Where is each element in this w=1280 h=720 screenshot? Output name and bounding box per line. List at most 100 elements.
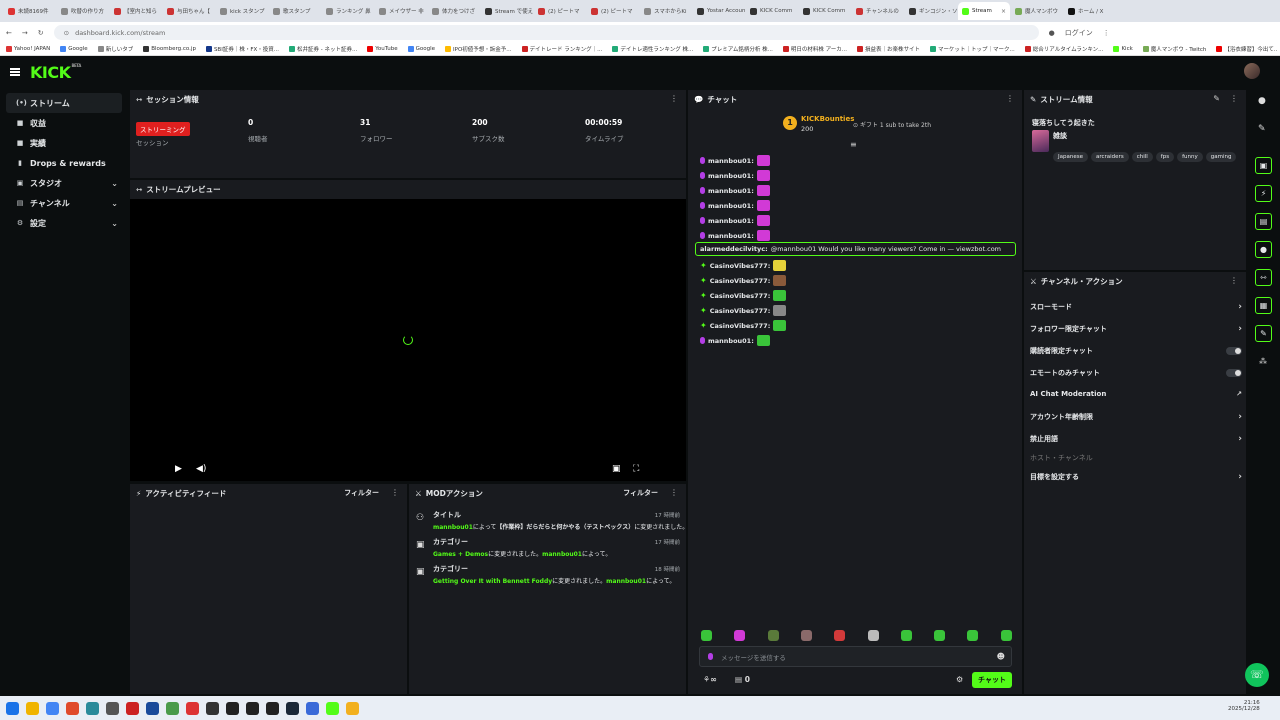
- mod-filter-button[interactable]: フィルター: [623, 488, 658, 498]
- chat-username[interactable]: CasinoVibes777:: [710, 307, 771, 315]
- taskbar-app-icon[interactable]: [146, 701, 159, 715]
- rail-doc-button[interactable]: ▤: [1255, 213, 1272, 230]
- sidebar-item[interactable]: (•) ストリーム: [6, 93, 122, 113]
- bookmark-item[interactable]: 明日の材料株 アーカ...: [782, 45, 847, 53]
- chat-username[interactable]: mannbou01:: [708, 187, 754, 195]
- browser-tab[interactable]: Stream ×: [958, 2, 1010, 20]
- emote-picker-icon[interactable]: [934, 630, 946, 641]
- taskbar-app-icon[interactable]: [106, 701, 119, 715]
- chat-message[interactable]: ✦ CasinoVibes777:: [700, 260, 787, 271]
- emote-picker-icon[interactable]: [767, 630, 779, 641]
- channel-action-item[interactable]: フォロワー限定チャット ›: [1030, 324, 1242, 334]
- browser-tab[interactable]: チャンネルの: [852, 2, 904, 20]
- chat-username[interactable]: CasinoVibes777:: [710, 322, 771, 330]
- chat-username[interactable]: CasinoVibes777:: [710, 277, 771, 285]
- chat-message[interactable]: mannbou01:: [700, 230, 770, 241]
- taskbar-app-icon[interactable]: [46, 701, 59, 715]
- chat-username[interactable]: mannbou01:: [708, 232, 754, 240]
- chat-username[interactable]: CasinoVibes777:: [710, 262, 771, 270]
- session-menu-icon[interactable]: ⋮: [670, 94, 678, 103]
- emote-picker-icon[interactable]: [867, 630, 879, 641]
- taskbar-app-icon[interactable]: [86, 701, 99, 715]
- address-bar[interactable]: ⊙ dashboard.kick.com/stream: [53, 25, 1039, 40]
- taskbar-app-icon[interactable]: [206, 701, 219, 715]
- bounty-name[interactable]: KICKBounties: [801, 115, 854, 123]
- taskbar-app-icon[interactable]: [246, 701, 259, 715]
- stream-info-menu-icon[interactable]: ⋮: [1230, 94, 1238, 103]
- stream-tag[interactable]: arcraiders: [1090, 152, 1129, 162]
- taskbar-app-icon[interactable]: [286, 701, 299, 715]
- bookmark-item[interactable]: プレミアム銘柄分析 株...: [703, 45, 773, 53]
- rail-bolt-button[interactable]: ⚡: [1255, 185, 1272, 202]
- chat-username[interactable]: mannbou01:: [708, 217, 754, 225]
- toggle-switch[interactable]: [1226, 347, 1242, 355]
- browser-tab[interactable]: kick スタンプ: [216, 2, 268, 20]
- chat-username[interactable]: CasinoVibes777:: [710, 292, 771, 300]
- bookmark-item[interactable]: 魔人マンボウ - Twitch: [1142, 45, 1206, 53]
- browser-tab[interactable]: 与田ちゃん【: [163, 2, 215, 20]
- chat-username[interactable]: mannbou01:: [708, 157, 754, 165]
- bookmark-item[interactable]: Bloomberg.co.jp: [143, 46, 196, 52]
- mod-user[interactable]: mannbou01: [542, 551, 582, 558]
- forward-icon[interactable]: →: [22, 29, 28, 37]
- rail-chat-button[interactable]: ●: [1255, 241, 1272, 258]
- sidebar-item[interactable]: ■ 実績: [6, 133, 122, 153]
- mod-menu-icon[interactable]: ⋮: [670, 488, 678, 497]
- taskbar-app-icon[interactable]: [126, 701, 139, 715]
- chat-send-button[interactable]: チャット: [972, 672, 1012, 688]
- stream-tag[interactable]: chill: [1131, 152, 1153, 162]
- sidebar-item[interactable]: ⚙ 設定 ⌄: [6, 213, 122, 233]
- bookmark-item[interactable]: マーケット｜トップ｜マーク...: [930, 45, 1015, 53]
- browser-tab[interactable]: スマホからKi: [640, 2, 692, 20]
- taskbar-app-icon[interactable]: [226, 701, 239, 715]
- chat-message[interactable]: mannbou01:: [700, 155, 770, 166]
- menu-icon[interactable]: ⋮: [1103, 29, 1110, 37]
- browser-tab[interactable]: KICK Comm: [746, 2, 798, 20]
- bookmark-item[interactable]: 【浴衣練習】今出て..: [1216, 45, 1277, 53]
- chat-username[interactable]: mannbou01:: [708, 337, 754, 345]
- bookmark-item[interactable]: Yahoo! JAPAN: [6, 46, 50, 52]
- mod-user[interactable]: mannbou01: [433, 524, 473, 531]
- toggle-switch[interactable]: [1226, 369, 1242, 377]
- count-display[interactable]: ▤ 0: [735, 675, 750, 684]
- browser-tab[interactable]: ギンコジン・ソ: [905, 2, 957, 20]
- rail-more-icon[interactable]: ⁂: [1259, 357, 1267, 366]
- url-text[interactable]: dashboard.kick.com/stream: [75, 29, 165, 37]
- emote-picker-icon[interactable]: [701, 630, 712, 641]
- bookmark-item[interactable]: IPO初値予想・訴金予...: [445, 45, 512, 53]
- highlighted-message[interactable]: alarmeddecilvityc: @mannbou01 Would you l…: [695, 242, 1016, 256]
- browser-tab[interactable]: (2) ピートマ: [534, 2, 586, 20]
- bookmark-item[interactable]: SBI証券｜株・FX・投資...: [205, 45, 279, 53]
- user-avatar[interactable]: [1244, 63, 1260, 79]
- browser-tab[interactable]: 未読8169件: [4, 2, 56, 20]
- activity-filter-button[interactable]: フィルター: [344, 488, 379, 498]
- stream-tag[interactable]: gaming: [1205, 152, 1237, 162]
- play-icon[interactable]: ▶: [175, 464, 182, 474]
- pin-icon[interactable]: ≡: [850, 140, 857, 149]
- emote-picker-icon[interactable]: [967, 630, 979, 641]
- chat-settings-icon[interactable]: ⚙: [956, 675, 963, 684]
- category-thumbnail[interactable]: [1032, 130, 1049, 152]
- hamburger-menu-icon[interactable]: [10, 68, 20, 76]
- rail-wrench-button[interactable]: ✎: [1255, 325, 1272, 342]
- category-name[interactable]: 雑談: [1053, 131, 1067, 141]
- rail-pip-button[interactable]: ▣: [1255, 157, 1272, 174]
- bookmark-item[interactable]: YouTube: [367, 46, 398, 52]
- sidebar-item[interactable]: ■ 収益: [6, 113, 122, 133]
- rail-mod-button[interactable]: ⇿: [1255, 269, 1272, 286]
- chat-username[interactable]: mannbou01:: [708, 172, 754, 180]
- emote-picker-icon[interactable]: [800, 630, 812, 641]
- taskbar-app-icon[interactable]: [326, 701, 339, 715]
- browser-tab[interactable]: KICK Comm: [799, 2, 851, 20]
- chat-message[interactable]: mannbou01:: [700, 200, 770, 211]
- profile-icon[interactable]: ●: [1049, 29, 1055, 37]
- reload-icon[interactable]: ↻: [38, 29, 44, 37]
- chat-message[interactable]: mannbou01:: [700, 335, 770, 346]
- chat-username[interactable]: mannbou01:: [708, 202, 754, 210]
- bookmark-item[interactable]: 松井証券 - ネット証券...: [289, 45, 357, 53]
- browser-tab[interactable]: 吹替の作り方: [57, 2, 109, 20]
- browser-tab[interactable]: 魔人マンボウ: [1011, 2, 1063, 20]
- volume-icon[interactable]: ◀): [196, 464, 206, 474]
- browser-tab[interactable]: 歌スタンプ: [269, 2, 321, 20]
- taskbar-app-icon[interactable]: [166, 701, 179, 715]
